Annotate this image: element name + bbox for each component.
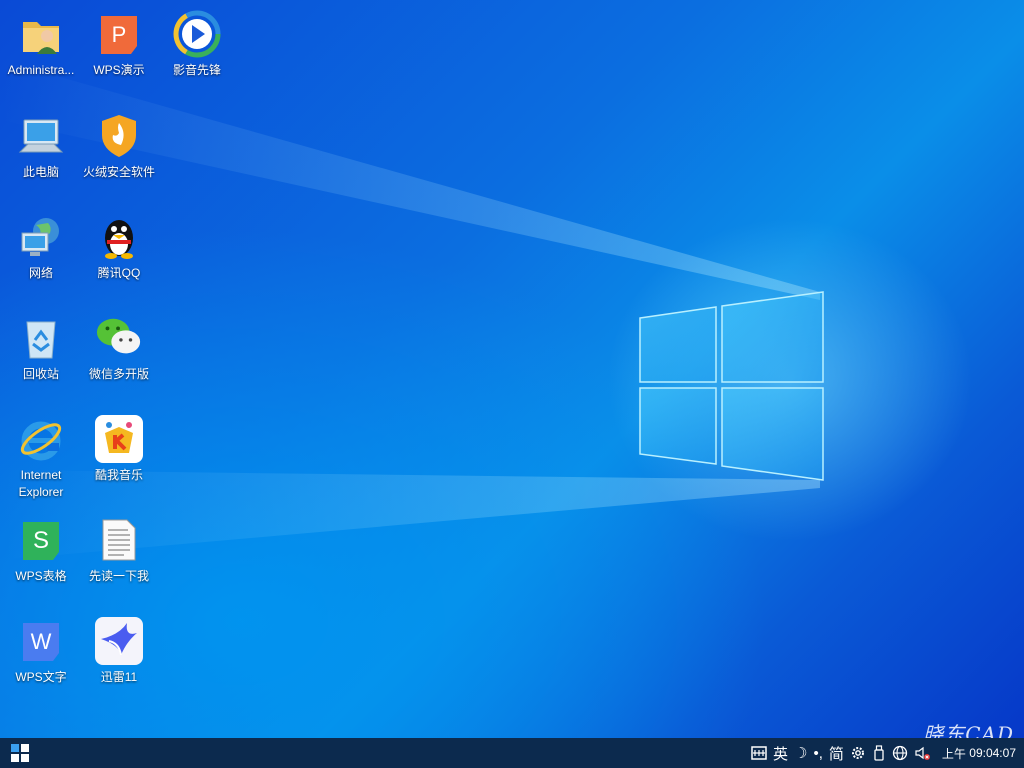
icon-label: 酷我音乐 bbox=[94, 468, 143, 482]
clock-time: 09:04:07 bbox=[969, 746, 1016, 760]
desktop-icon-recycle-bin[interactable]: 回收站 bbox=[2, 306, 80, 402]
desktop-icon-wps-spreadsheet[interactable]: S WPS表格 bbox=[2, 508, 80, 604]
start-icon bbox=[11, 744, 29, 762]
kuwo-music-icon bbox=[95, 415, 143, 463]
desktop-icon-administrator[interactable]: Administra... bbox=[2, 2, 80, 98]
ime-keyboard-icon[interactable] bbox=[751, 738, 767, 768]
desktop-icon-xfplay[interactable]: 影音先锋 bbox=[158, 2, 236, 98]
volume-muted-icon[interactable] bbox=[914, 738, 932, 768]
taskbar-clock[interactable]: 上午 09:04:07 bbox=[942, 738, 1016, 768]
internet-explorer-icon bbox=[17, 415, 65, 463]
desktop-icon-internet-explorer[interactable]: Internet Explorer bbox=[2, 407, 80, 503]
network-globe-tray-icon[interactable] bbox=[892, 738, 908, 768]
desktop-background[interactable]: Administra... 此电脑 网络 回收站 Internet Explor… bbox=[0, 0, 1024, 738]
xfplay-player-icon bbox=[173, 10, 221, 58]
wechat-icon bbox=[95, 314, 143, 362]
icon-label: 回收站 bbox=[22, 367, 59, 381]
icon-label: 火绒安全软件 bbox=[82, 165, 155, 179]
ime-halfwidth-toggle[interactable]: ☽ bbox=[794, 738, 807, 768]
qq-penguin-icon bbox=[95, 213, 143, 261]
desktop-icon-readme[interactable]: 先读一下我 bbox=[80, 508, 158, 604]
icon-label: WPS演示 bbox=[93, 63, 145, 77]
icon-label: 腾讯QQ bbox=[97, 266, 141, 280]
desktop-icon-wechat-multi[interactable]: 微信多开版 bbox=[80, 306, 158, 402]
icon-label: WPS表格 bbox=[15, 569, 67, 583]
desktop-icon-network[interactable]: 网络 bbox=[2, 205, 80, 301]
xunlei-bird-icon bbox=[95, 617, 143, 665]
desktop-icon-tencent-qq[interactable]: 腾讯QQ bbox=[80, 205, 158, 301]
icon-label: 网络 bbox=[28, 266, 53, 280]
computer-icon bbox=[17, 112, 65, 160]
ime-simplified-toggle[interactable]: 简 bbox=[829, 738, 844, 768]
start-button[interactable] bbox=[0, 738, 40, 768]
icon-label: WPS文字 bbox=[15, 670, 67, 684]
network-globe-icon bbox=[17, 213, 65, 261]
user-folder-icon bbox=[17, 10, 65, 58]
ime-settings-gear-icon[interactable] bbox=[850, 738, 866, 768]
text-document-icon bbox=[95, 516, 143, 564]
clock-period: 上午 bbox=[941, 746, 966, 761]
desktop-icon-kuwo-music[interactable]: 酷我音乐 bbox=[80, 407, 158, 503]
icon-label: 此电脑 bbox=[22, 165, 59, 179]
icon-label: 迅雷11 bbox=[100, 670, 138, 684]
huorong-shield-icon bbox=[95, 112, 143, 160]
wps-spreadsheet-icon: S bbox=[17, 516, 65, 564]
taskbar: 英 ☽ •, 简 上午 09:04:07 bbox=[0, 738, 1024, 768]
ime-punctuation-toggle[interactable]: •, bbox=[813, 738, 822, 768]
wps-presentation-icon: P bbox=[95, 10, 143, 58]
svg-text:S: S bbox=[33, 527, 49, 554]
system-tray: 英 ☽ •, 简 上午 09:04:07 bbox=[751, 738, 1016, 768]
wps-writer-icon: W bbox=[17, 617, 65, 665]
desktop-icon-huorong[interactable]: 火绒安全软件 bbox=[80, 104, 158, 200]
desktop-icon-this-pc[interactable]: 此电脑 bbox=[2, 104, 80, 200]
icon-label: 微信多开版 bbox=[88, 367, 149, 381]
usb-device-icon[interactable] bbox=[872, 738, 886, 768]
icon-label: Administra... bbox=[7, 63, 75, 77]
icon-label: 影音先锋 bbox=[172, 63, 221, 77]
icon-label: Internet Explorer bbox=[18, 468, 64, 499]
svg-text:P: P bbox=[112, 22, 127, 47]
icon-label: 先读一下我 bbox=[88, 569, 149, 583]
recycle-bin-icon bbox=[17, 314, 65, 362]
ime-language-toggle[interactable]: 英 bbox=[773, 738, 788, 768]
desktop-icon-xunlei[interactable]: 迅雷11 bbox=[80, 609, 158, 705]
desktop-icon-wps-presentation[interactable]: P WPS演示 bbox=[80, 2, 158, 98]
desktop-icon-wps-writer[interactable]: W WPS文字 bbox=[2, 609, 80, 705]
svg-text:W: W bbox=[31, 629, 52, 654]
